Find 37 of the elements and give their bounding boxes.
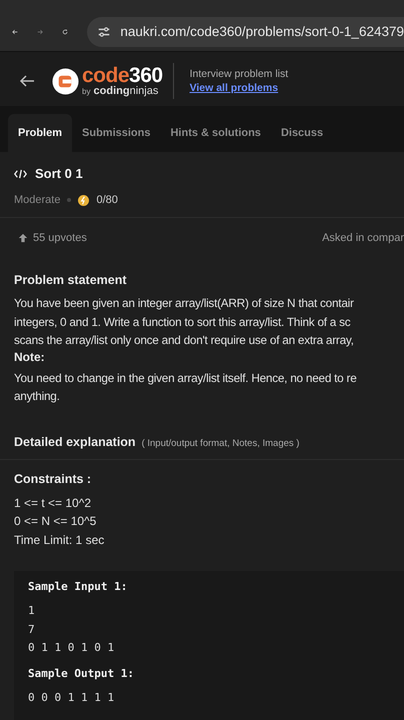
sample-line: 0 0 0 1 1 1 1	[28, 690, 116, 706]
note-heading: Note:	[14, 350, 46, 364]
code-icon	[14, 168, 27, 178]
upvote-button[interactable]: 55 upvotes	[14, 232, 87, 244]
constraints-heading: Constraints :	[14, 472, 92, 486]
section-heading: Detailed explanation	[14, 434, 136, 448]
logo-icon	[52, 68, 79, 94]
difficulty-label: Moderate	[14, 194, 60, 206]
tab[interactable]: Submissions	[72, 114, 160, 152]
upvote-icon	[18, 233, 28, 243]
constraint-line: 0 <= N <= 10^5	[14, 513, 98, 530]
section-hint: ( Input/output format, Notes, Images )	[142, 438, 300, 448]
back-icon[interactable]	[19, 73, 35, 89]
score-text: 0/80	[96, 194, 118, 206]
sample-heading: Sample Output 1:	[28, 666, 135, 680]
sample-line: 0 1 1 0 1 0 1	[28, 640, 116, 656]
coin-icon	[78, 194, 90, 206]
separator-dot	[67, 198, 72, 202]
section-label: Interview problem list	[190, 68, 288, 80]
sample-line: 1	[28, 603, 36, 619]
tab[interactable]: Discuss	[270, 114, 334, 152]
view-all-link[interactable]: View all problems	[190, 82, 288, 94]
site-settings-icon[interactable]	[97, 24, 112, 38]
asked-in-label: Asked in compar	[322, 232, 404, 244]
problem-title: Sort 0 1	[35, 166, 83, 181]
logo-tagline: by codingninjas	[82, 86, 160, 97]
constraint-line: 1 <= t <= 10^2	[14, 494, 92, 512]
address-field[interactable]: naukri.com/code360/problems/sort-0-1_624379	[87, 16, 404, 46]
section-heading: Problem statement	[14, 273, 128, 287]
note-text: You need to change in the given array/list itself. Hence, no need to re anything.	[14, 370, 358, 405]
tab[interactable]: Hints & solutions	[160, 114, 271, 152]
problem-description: You have been given an integer array/list(ARR) of size N that contair integers, 0 and 1. Write a function to sort this array/list. Think of a sc scans the array/list only once and don't require use of an extra array,	[14, 295, 355, 349]
sample-heading: Sample Input 1:	[28, 580, 128, 593]
sample-line: 7	[28, 622, 36, 638]
tab[interactable]: Problem	[8, 114, 72, 152]
logo-wordmark: code360	[82, 65, 163, 86]
constraint-line: Time Limit: 1 sec	[14, 532, 106, 548]
